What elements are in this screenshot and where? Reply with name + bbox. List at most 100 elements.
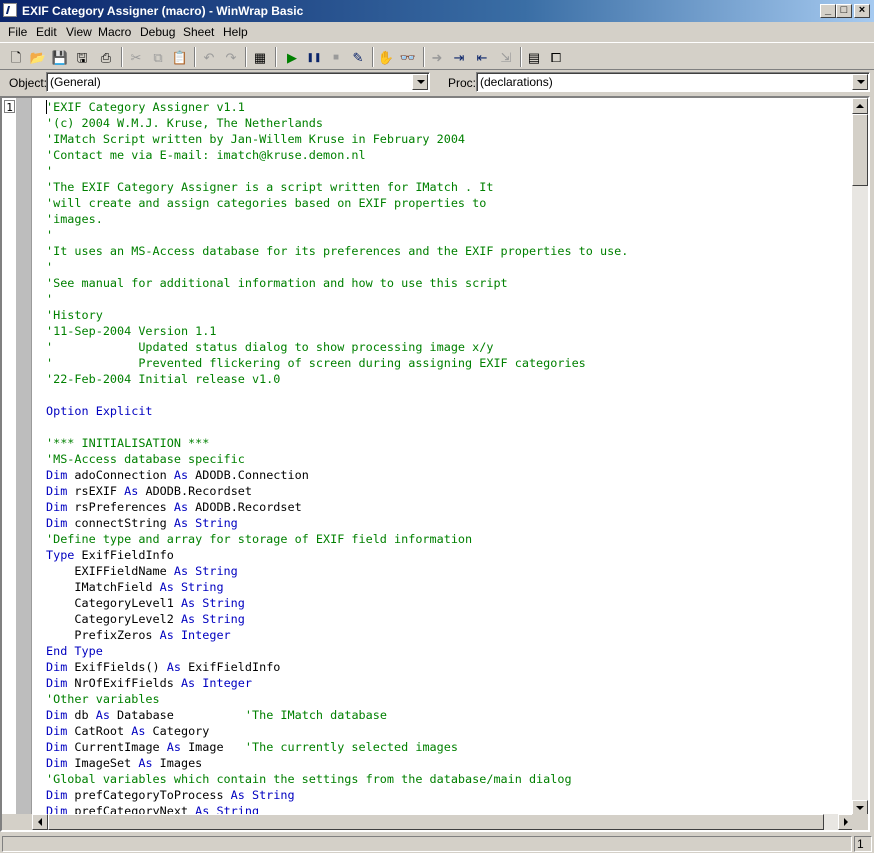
code-line[interactable]: End Type	[46, 643, 854, 659]
code-line[interactable]: Dim NrOfExifFields As Integer	[46, 675, 854, 691]
copy-icon[interactable]: ⧉	[148, 47, 168, 67]
code-line[interactable]: 'See manual for additional information a…	[46, 275, 854, 291]
undo-icon[interactable]: ↶	[199, 47, 219, 67]
code-line[interactable]: 'images.	[46, 211, 854, 227]
code-line[interactable]: '22-Feb-2004 Initial release v1.0	[46, 371, 854, 387]
code-line[interactable]: 'It uses an MS-Access database for its p…	[46, 243, 854, 259]
menu-view[interactable]: View	[66, 25, 92, 39]
vertical-scrollbar[interactable]	[852, 98, 868, 816]
step-out-icon[interactable]: ⇤	[472, 47, 492, 67]
code-comment: 'See manual for additional information a…	[46, 276, 508, 290]
title-bar[interactable]: EXIF Category Assigner (macro) - WinWrap…	[0, 0, 874, 22]
code-line[interactable]: Dim adoConnection As ADODB.Connection	[46, 467, 854, 483]
dialog-editor-icon[interactable]: ▤	[524, 47, 544, 67]
maximize-button[interactable]: □	[836, 4, 852, 18]
code-line[interactable]: 'The EXIF Category Assigner is a script …	[46, 179, 854, 195]
menu-bar: File Edit View Macro Debug Sheet Help	[0, 22, 874, 42]
scrollbar-corner	[852, 814, 868, 830]
code-line[interactable]: IMatchField As String	[46, 579, 854, 595]
redo-icon[interactable]: ↷	[221, 47, 241, 67]
code-line[interactable]: 'Global variables which contain the sett…	[46, 771, 854, 787]
quick-watch-icon[interactable]: 👓	[398, 47, 418, 67]
horizontal-scroll-thumb[interactable]	[48, 814, 824, 830]
code-line[interactable]: Dim rsEXIF As ADODB.Recordset	[46, 483, 854, 499]
chevron-down-icon[interactable]	[412, 74, 428, 90]
code-identifier: Image	[180, 740, 245, 754]
toggle-breakpoint-icon[interactable]: ✎	[348, 47, 368, 67]
code-line[interactable]: 'EXIF Category Assigner v1.1	[46, 99, 854, 115]
code-line[interactable]: 'Contact me via E-mail: imatch@kruse.dem…	[46, 147, 854, 163]
new-file-icon[interactable]: 🗋	[6, 47, 26, 67]
references-icon[interactable]: ⧠	[546, 47, 566, 67]
code-line[interactable]: '	[46, 291, 854, 307]
code-line[interactable]: PrefixZeros As Integer	[46, 627, 854, 643]
code-line[interactable]: 'IMatch Script written by Jan-Willem Kru…	[46, 131, 854, 147]
code-line[interactable]: Dim CatRoot As Category	[46, 723, 854, 739]
code-line[interactable]: '	[46, 163, 854, 179]
menu-file[interactable]: File	[8, 25, 27, 39]
code-keyword: Dim	[46, 500, 68, 514]
horizontal-scrollbar[interactable]	[32, 814, 854, 830]
scroll-up-button[interactable]	[852, 98, 868, 114]
proc-dropdown[interactable]: (declarations)	[476, 72, 870, 92]
user-dialog-icon[interactable]: ▦	[250, 47, 270, 67]
scroll-left-button[interactable]	[32, 814, 48, 830]
code-line[interactable]	[46, 387, 854, 403]
print-icon[interactable]: ⎙	[96, 47, 116, 67]
code-line[interactable]: '11-Sep-2004 Version 1.1	[46, 323, 854, 339]
code-line[interactable]: CategoryLevel2 As String	[46, 611, 854, 627]
minimize-button[interactable]: _	[820, 4, 836, 18]
code-line[interactable]: Dim rsPreferences As ADODB.Recordset	[46, 499, 854, 515]
code-line[interactable]: Type ExifFieldInfo	[46, 547, 854, 563]
open-folder-icon[interactable]: 📂	[28, 47, 48, 67]
paste-icon[interactable]: 📋	[170, 47, 190, 67]
code-line[interactable]: '(c) 2004 W.M.J. Kruse, The Netherlands	[46, 115, 854, 131]
scrollbar-corner-left	[2, 814, 32, 830]
menu-sheet[interactable]: Sheet	[183, 25, 214, 39]
vertical-scroll-thumb[interactable]	[852, 114, 868, 186]
code-line[interactable]: 'will create and assign categories based…	[46, 195, 854, 211]
code-line[interactable]: ' Prevented flickering of screen during …	[46, 355, 854, 371]
code-text[interactable]: 'EXIF Category Assigner v1.1 '(c) 2004 W.…	[46, 99, 854, 815]
code-editor[interactable]: 1 'EXIF Category Assigner v1.1 '(c) 2004 …	[0, 96, 870, 832]
code-line[interactable]: Dim db As Database 'The IMatch database	[46, 707, 854, 723]
code-line[interactable]: '	[46, 259, 854, 275]
save-all-icon[interactable]: 🖫	[72, 47, 92, 67]
code-line[interactable]: Option Explicit	[46, 403, 854, 419]
code-line[interactable]: 'Define type and array for storage of EX…	[46, 531, 854, 547]
code-line[interactable]: CategoryLevel1 As String	[46, 595, 854, 611]
step-over-icon[interactable]: ⇥	[449, 47, 469, 67]
code-line[interactable]: ' Updated status dialog to show processi…	[46, 339, 854, 355]
run-icon[interactable]: ▶	[282, 47, 302, 67]
code-line[interactable]: 'History	[46, 307, 854, 323]
code-identifier: ADODB.Recordset	[138, 484, 252, 498]
hand-icon[interactable]: ✋	[376, 47, 396, 67]
code-line[interactable]: EXIFFieldName As String	[46, 563, 854, 579]
text-caret	[46, 100, 47, 114]
code-line[interactable]: Dim ImageSet As Images	[46, 755, 854, 771]
code-line[interactable]: 'Other variables	[46, 691, 854, 707]
menu-macro[interactable]: Macro	[98, 25, 131, 39]
menu-help[interactable]: Help	[223, 25, 248, 39]
code-line[interactable]: Dim prefCategoryToProcess As String	[46, 787, 854, 803]
code-line[interactable]	[46, 419, 854, 435]
close-button[interactable]: ×	[854, 4, 870, 18]
cut-icon[interactable]: ✂	[126, 47, 146, 67]
stop-icon[interactable]: ■	[326, 47, 346, 67]
pause-icon[interactable]: ❚❚	[304, 47, 324, 67]
code-line[interactable]: Dim ExifFields() As ExifFieldInfo	[46, 659, 854, 675]
code-line[interactable]: '*** INITIALISATION ***	[46, 435, 854, 451]
step-to-cursor-icon[interactable]: ⇲	[496, 47, 516, 67]
breakpoint-gutter[interactable]	[16, 98, 32, 816]
menu-debug[interactable]: Debug	[140, 25, 175, 39]
chevron-down-icon[interactable]	[852, 74, 868, 90]
app-icon[interactable]	[3, 3, 17, 17]
save-icon[interactable]: 💾	[50, 47, 70, 67]
code-line[interactable]: 'MS-Access database specific	[46, 451, 854, 467]
object-dropdown[interactable]: (General)	[46, 72, 430, 92]
code-line[interactable]: Dim connectString As String	[46, 515, 854, 531]
code-line[interactable]: Dim CurrentImage As Image 'The currently…	[46, 739, 854, 755]
code-line[interactable]: '	[46, 227, 854, 243]
step-into-icon[interactable]: ➜	[427, 47, 447, 67]
menu-edit[interactable]: Edit	[36, 25, 57, 39]
